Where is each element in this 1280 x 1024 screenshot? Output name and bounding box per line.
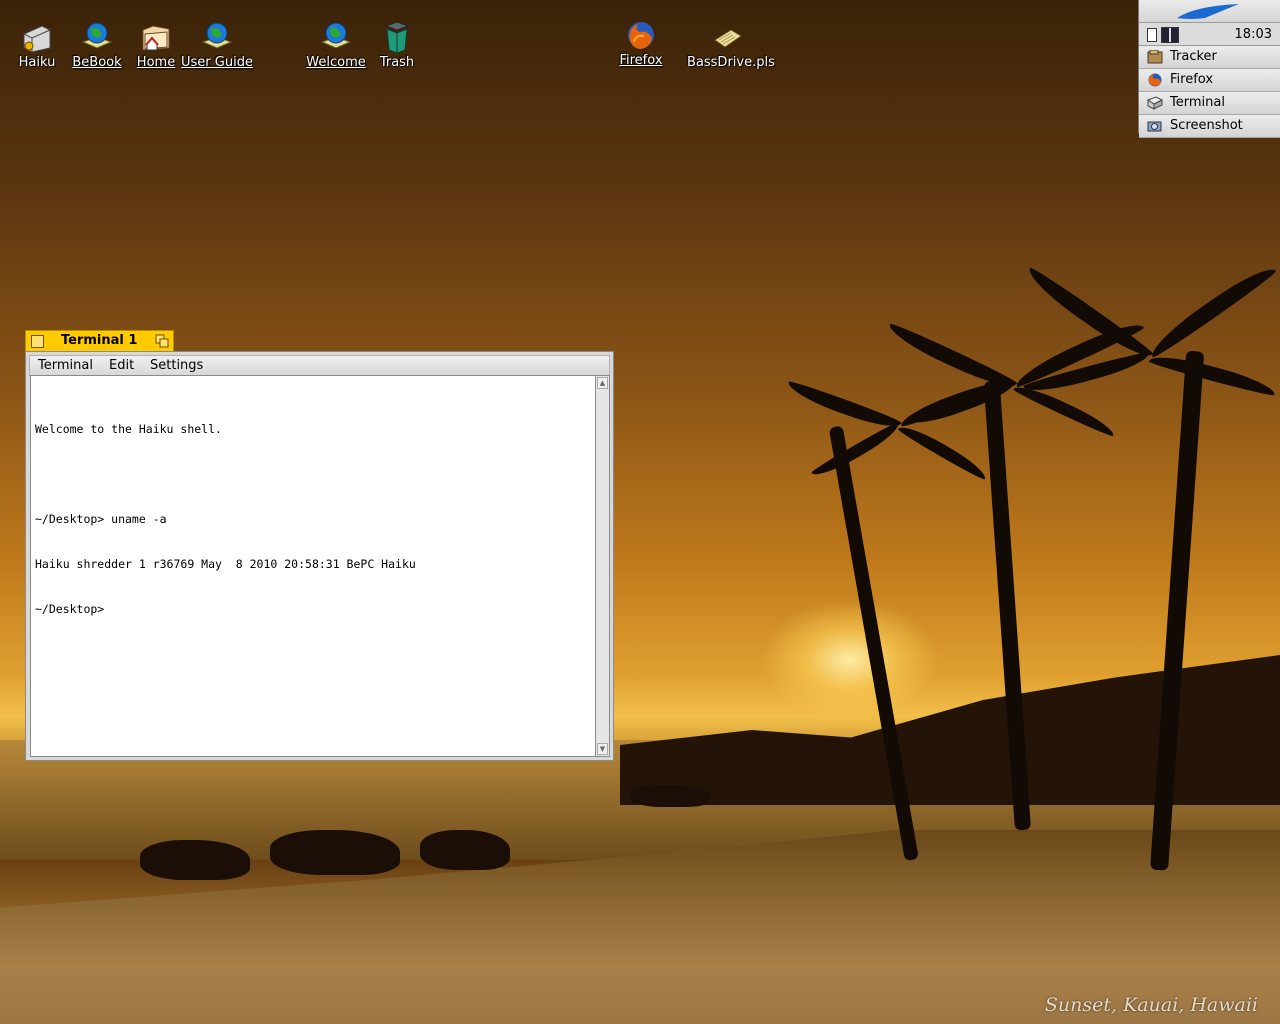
- firefox-icon: [624, 18, 658, 52]
- deskbar-app-tracker[interactable]: Tracker: [1139, 46, 1280, 69]
- home-folder-icon: [139, 20, 173, 54]
- firefox-icon: [1147, 73, 1163, 87]
- desktop-icon-bassdrive[interactable]: BassDrive.pls: [686, 20, 775, 70]
- deskbar-app-label: Screenshot: [1170, 118, 1243, 133]
- deskbar-app-terminal[interactable]: Terminal: [1139, 92, 1280, 115]
- menu-bar: Terminal Edit Settings: [29, 355, 610, 376]
- trash-icon: [380, 20, 414, 54]
- terminal-line: Welcome to the Haiku shell.: [35, 422, 222, 436]
- desktop-icon-label: Trash: [379, 55, 415, 70]
- wallpaper-sun: [760, 600, 940, 720]
- wallpaper-rock: [140, 840, 250, 880]
- vertical-scrollbar[interactable]: ▲ ▼: [596, 375, 610, 757]
- wallpaper-rock: [420, 830, 510, 870]
- deskbar: 18:03 Tracker Firefox Terminal Screensho…: [1138, 0, 1280, 138]
- scroll-down-icon[interactable]: ▼: [597, 743, 608, 755]
- deskbar-app-screenshot[interactable]: Screenshot: [1139, 115, 1280, 138]
- terminal-line: ~/Desktop> uname -a: [35, 512, 167, 526]
- deskbar-app-label: Terminal: [1170, 95, 1225, 110]
- user-guide-icon: [200, 20, 234, 54]
- welcome-icon: [319, 20, 353, 54]
- terminal-line: Haiku shredder 1 r36769 May 8 2010 20:58…: [35, 557, 416, 571]
- terminal-output[interactable]: Welcome to the Haiku shell. ~/Desktop> u…: [30, 375, 596, 757]
- desktop-icon-label: Home: [136, 55, 176, 70]
- menu-settings[interactable]: Settings: [150, 358, 203, 373]
- terminal-window: Terminal Edit Settings Welcome to the Ha…: [25, 351, 614, 761]
- deskbar-menu-button[interactable]: [1139, 0, 1280, 23]
- desktop-icon-label: BassDrive.pls: [687, 55, 775, 70]
- desktop-icon-label: BeBook: [72, 55, 122, 70]
- terminal-icon: [1146, 96, 1164, 110]
- terminal-line: ~/Desktop>: [35, 602, 105, 616]
- haiku-volume-icon: [20, 20, 54, 54]
- deskbar-app-label: Firefox: [1170, 72, 1214, 87]
- battery-icon[interactable]: [1147, 28, 1157, 42]
- menu-terminal[interactable]: Terminal: [38, 358, 93, 373]
- window-title: Terminal 1: [61, 333, 138, 348]
- wallpaper-rock: [630, 785, 710, 807]
- bebook-icon: [80, 20, 114, 54]
- desktop-icon-trash[interactable]: Trash: [357, 20, 437, 70]
- playlist-file-icon: [711, 20, 745, 54]
- desktop-icon-user-guide[interactable]: User Guide: [177, 20, 257, 70]
- wallpaper-caption: Sunset, Kauai, Hawaii: [1044, 994, 1258, 1016]
- desktop-icon-label: User Guide: [181, 55, 253, 70]
- deskbar-app-firefox[interactable]: Firefox: [1139, 69, 1280, 92]
- scroll-up-icon[interactable]: ▲: [597, 377, 608, 389]
- window-tab[interactable]: Terminal 1: [25, 330, 174, 352]
- desktop-icon-firefox[interactable]: Firefox: [601, 18, 681, 68]
- tracker-icon: [1147, 49, 1163, 64]
- deskbar-app-label: Tracker: [1170, 49, 1217, 64]
- deskbar-clock[interactable]: 18:03: [1235, 27, 1272, 42]
- zoom-button[interactable]: [155, 334, 169, 348]
- close-button[interactable]: [31, 335, 44, 348]
- deskbar-tray: 18:03: [1139, 23, 1280, 46]
- cpu-meter-icon[interactable]: [1161, 27, 1179, 43]
- screenshot-icon: [1147, 119, 1163, 133]
- menu-edit[interactable]: Edit: [109, 358, 134, 373]
- terminal-text: Welcome to the Haiku shell. ~/Desktop> u…: [35, 392, 416, 647]
- desktop-icon-label: Haiku: [18, 55, 56, 70]
- haiku-leaf-icon: [1175, 2, 1241, 23]
- desktop-icon-label: Firefox: [619, 53, 663, 68]
- wallpaper-rock: [270, 830, 400, 875]
